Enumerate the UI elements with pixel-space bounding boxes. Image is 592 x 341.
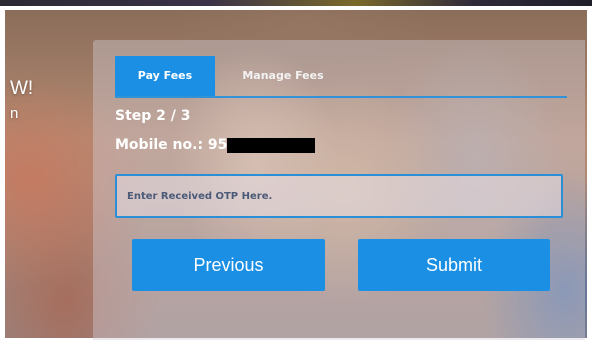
- tabs-underline: [115, 96, 567, 98]
- redacted-mobile-digits: [227, 137, 316, 153]
- otp-input[interactable]: [115, 174, 563, 218]
- mobile-number-label: Mobile no.: 95: [115, 137, 228, 153]
- tab-pay-fees[interactable]: Pay Fees: [115, 56, 215, 96]
- previous-button[interactable]: Previous: [132, 239, 325, 291]
- hero-title-fragment: W!: [10, 78, 34, 99]
- fee-tabs: Pay Fees Manage Fees: [115, 56, 567, 98]
- mobile-number-row: Mobile no.: 95: [115, 137, 316, 153]
- submit-button[interactable]: Submit: [358, 239, 550, 291]
- background-photo-top-strip: [0, 0, 592, 6]
- fee-payment-panel: Pay Fees Manage Fees Step 2 / 3 Mobile n…: [93, 40, 585, 340]
- hero-subtitle-fragment: n: [10, 105, 19, 122]
- step-indicator: Step 2 / 3: [115, 108, 191, 124]
- tab-manage-fees[interactable]: Manage Fees: [223, 56, 343, 96]
